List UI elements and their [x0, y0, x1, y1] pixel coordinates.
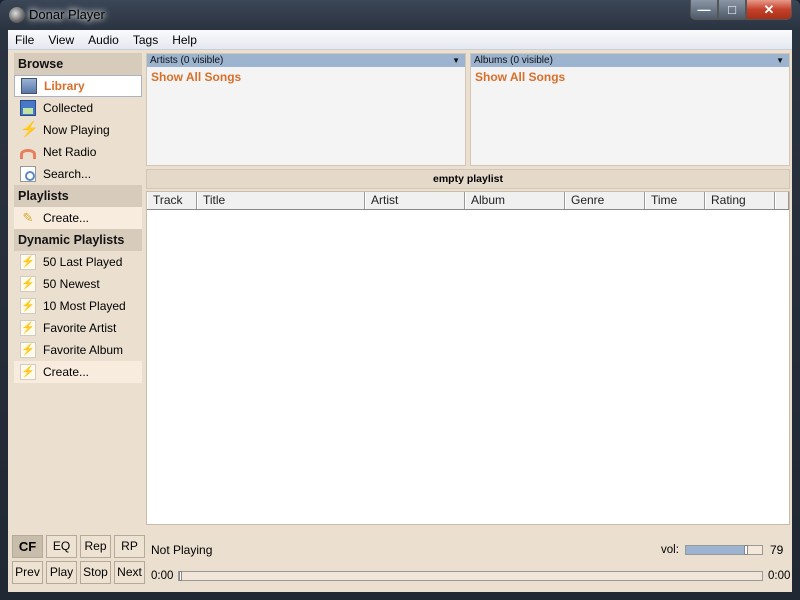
sidebar-item-label: Net Radio	[43, 145, 97, 159]
sidebar: Browse Library Collected ⚡ Now Playing Ne…	[14, 53, 142, 523]
artists-filter-header[interactable]: Artists (0 visible) ▼	[147, 54, 465, 67]
menu-view[interactable]: View	[41, 33, 81, 47]
volume-label: vol:	[661, 544, 679, 556]
sidebar-item-label: 50 Newest	[43, 277, 100, 291]
seek-thumb[interactable]	[179, 571, 182, 581]
albums-filter-header[interactable]: Albums (0 visible) ▼	[471, 54, 789, 67]
sidebar-item-library[interactable]: Library	[14, 75, 142, 97]
stop-button[interactable]: Stop	[80, 561, 111, 584]
sidebar-item-label: Now Playing	[43, 123, 110, 137]
albums-show-all[interactable]: Show All Songs	[471, 67, 789, 84]
menu-tags[interactable]: Tags	[126, 33, 165, 47]
close-icon: ✕	[763, 1, 775, 17]
dynamic-playlist-icon: ⚡	[20, 342, 36, 358]
maximize-icon: □	[728, 2, 736, 17]
sidebar-item-50-last-played[interactable]: ⚡ 50 Last Played	[14, 251, 142, 273]
table-header: Track Title Artist Album Genre Time Rati…	[147, 192, 789, 210]
prev-button[interactable]: Prev	[12, 561, 43, 584]
sidebar-item-search[interactable]: Search...	[14, 163, 142, 185]
sidebar-item-label: 50 Last Played	[43, 255, 123, 269]
volume-value: 79	[770, 543, 784, 557]
sidebar-item-create-playlist[interactable]: ✎ Create...	[14, 207, 142, 229]
menu-file[interactable]: File	[8, 33, 41, 47]
crossfade-button[interactable]: CF	[12, 535, 43, 558]
play-button[interactable]: Play	[46, 561, 77, 584]
sidebar-item-label: Create...	[43, 211, 90, 225]
albums-filter[interactable]: Albums (0 visible) ▼ Show All Songs	[470, 53, 790, 166]
seek-bar[interactable]	[178, 571, 763, 581]
random-play-button[interactable]: RP	[114, 535, 145, 558]
player-controls: CF EQ Rep RP Prev Play Stop Next Not Pla…	[8, 530, 792, 592]
chevron-down-icon[interactable]: ▼	[776, 54, 784, 67]
dynamic-playlist-icon: ⚡	[20, 254, 36, 270]
column-rating[interactable]: Rating	[705, 192, 775, 209]
sidebar-item-10-most-played[interactable]: ⚡ 10 Most Played	[14, 295, 142, 317]
search-icon	[20, 166, 36, 182]
section-browse: Browse	[14, 53, 142, 75]
client-area: File View Audio Tags Help Browse Library…	[8, 30, 792, 592]
equalizer-button[interactable]: EQ	[46, 535, 77, 558]
sidebar-item-50-newest[interactable]: ⚡ 50 Newest	[14, 273, 142, 295]
dynamic-playlist-icon: ⚡	[20, 276, 36, 292]
artists-show-all[interactable]: Show All Songs	[147, 67, 465, 84]
column-album[interactable]: Album	[465, 192, 565, 209]
pencil-icon: ✎	[22, 210, 34, 225]
volume-fill	[686, 546, 747, 554]
sidebar-item-label: Favorite Album	[43, 343, 124, 357]
sidebar-item-favorite-album[interactable]: ⚡ Favorite Album	[14, 339, 142, 361]
dynamic-playlist-icon: ⚡	[20, 320, 36, 336]
title-bar[interactable]: Donar Player — □ ✕	[0, 0, 800, 30]
menu-bar: File View Audio Tags Help	[8, 30, 792, 50]
sidebar-item-create-dynamic[interactable]: ⚡ Create...	[14, 361, 142, 383]
maximize-button[interactable]: □	[718, 0, 746, 20]
library-icon	[21, 78, 37, 94]
menu-help[interactable]: Help	[165, 33, 204, 47]
now-playing-icon: ⚡	[20, 121, 39, 138]
section-dynamic-playlists: Dynamic Playlists	[14, 229, 142, 251]
volume-slider[interactable]	[685, 545, 763, 555]
column-genre[interactable]: Genre	[565, 192, 645, 209]
playback-status: Not Playing	[151, 543, 213, 557]
next-button[interactable]: Next	[114, 561, 145, 584]
menu-audio[interactable]: Audio	[81, 33, 126, 47]
minimize-button[interactable]: —	[690, 0, 718, 20]
column-artist[interactable]: Artist	[365, 192, 465, 209]
sidebar-item-now-playing[interactable]: ⚡ Now Playing	[14, 119, 142, 141]
filters: Artists (0 visible) ▼ Show All Songs Albu…	[146, 53, 790, 166]
minimize-icon: —	[697, 2, 711, 17]
dynamic-playlist-icon: ⚡	[20, 298, 36, 314]
sidebar-item-net-radio[interactable]: Net Radio	[14, 141, 142, 163]
elapsed-time: 0:00	[151, 570, 174, 582]
sidebar-item-favorite-artist[interactable]: ⚡ Favorite Artist	[14, 317, 142, 339]
collected-icon	[20, 100, 36, 116]
sidebar-item-label: Favorite Artist	[43, 321, 117, 335]
sidebar-item-collected[interactable]: Collected	[14, 97, 142, 119]
column-track[interactable]: Track	[147, 192, 197, 209]
dynamic-playlist-icon: ⚡	[20, 364, 36, 380]
close-button[interactable]: ✕	[746, 0, 792, 20]
playlist-table[interactable]: Track Title Artist Album Genre Time Rati…	[146, 191, 790, 525]
sidebar-item-label: Create...	[43, 365, 90, 379]
column-time[interactable]: Time	[645, 192, 705, 209]
sidebar-item-label: Search...	[43, 167, 92, 181]
app-icon	[9, 7, 25, 23]
sidebar-item-label: Collected	[43, 101, 94, 115]
playlist-title: empty playlist	[146, 169, 790, 189]
section-playlists: Playlists	[14, 185, 142, 207]
column-filler	[775, 192, 789, 209]
sidebar-item-label: 10 Most Played	[43, 299, 126, 313]
albums-filter-title: Albums (0 visible)	[474, 55, 553, 66]
sidebar-item-label: Library	[44, 79, 85, 93]
app-window: Donar Player — □ ✕ File View Audio Tags …	[0, 0, 800, 600]
artists-filter[interactable]: Artists (0 visible) ▼ Show All Songs	[146, 53, 466, 166]
chevron-down-icon[interactable]: ▼	[452, 54, 460, 67]
volume-thumb[interactable]	[744, 545, 749, 555]
repeat-button[interactable]: Rep	[80, 535, 111, 558]
column-title[interactable]: Title	[197, 192, 365, 209]
window-title: Donar Player	[29, 7, 105, 22]
total-time: 0:00	[768, 570, 791, 582]
net-radio-icon	[20, 149, 36, 159]
artists-filter-title: Artists (0 visible)	[150, 55, 224, 66]
